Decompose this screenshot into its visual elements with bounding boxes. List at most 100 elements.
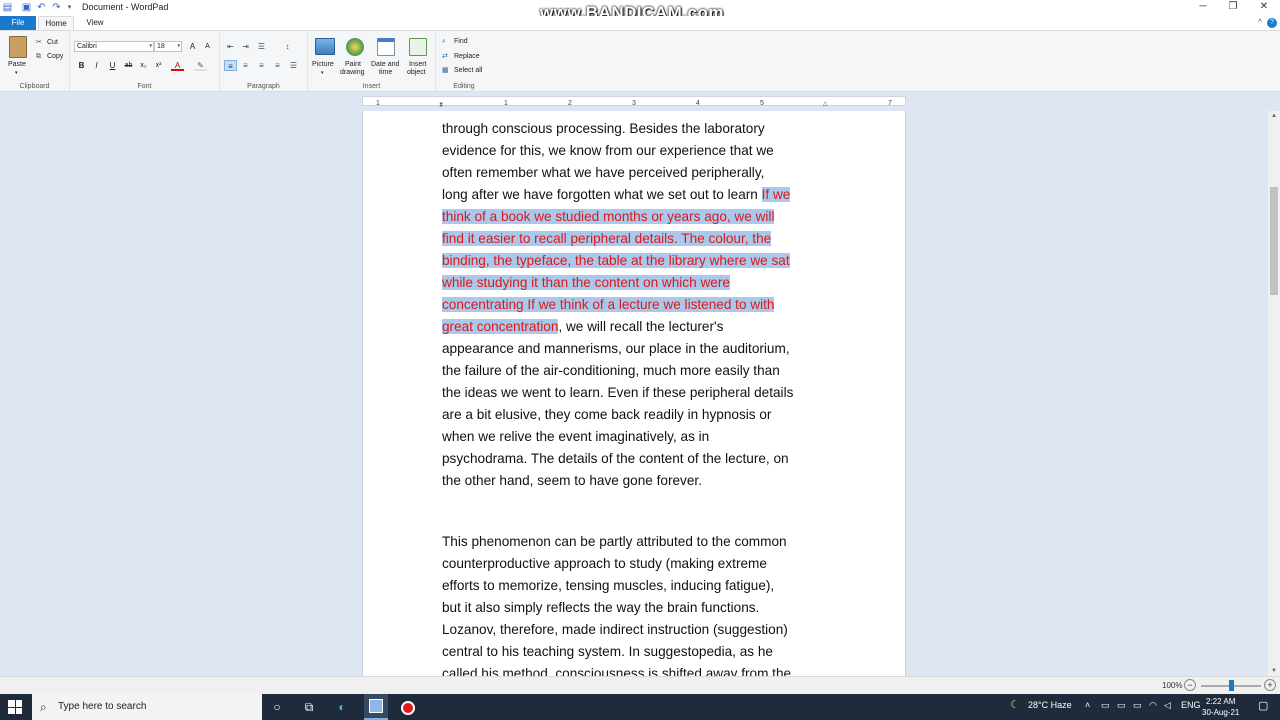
- wordpad-taskbar-button[interactable]: [364, 694, 388, 720]
- windows-start-icon[interactable]: [8, 700, 22, 714]
- maximize-button[interactable]: ❐: [1218, 1, 1248, 12]
- text-line[interactable]: efforts to memorize, tensing muscles, in…: [442, 575, 838, 597]
- tab-home[interactable]: Home: [38, 16, 74, 30]
- ruler[interactable]: 1 1 2 3 4 5 7 ⧗ △: [362, 96, 906, 109]
- network-icon[interactable]: ▭: [1101, 700, 1110, 711]
- bandicam-icon[interactable]: [399, 698, 417, 716]
- text-line[interactable]: central to his teaching system. In sugge…: [442, 641, 838, 663]
- picture-button[interactable]: Picture: [312, 60, 334, 69]
- text-line[interactable]: the ideas we went to learn. Even if thes…: [442, 382, 838, 404]
- edge-icon[interactable]: ◐: [333, 698, 351, 716]
- text-line[interactable]: binding, the typeface, the table at the …: [442, 250, 838, 272]
- help-icon[interactable]: ?: [1267, 18, 1277, 28]
- text-line[interactable]: when we relive the event imaginatively, …: [442, 426, 838, 448]
- ribbon-collapse-icon[interactable]: ˄: [1258, 18, 1262, 25]
- picture-icon[interactable]: [315, 38, 335, 55]
- text-line[interactable]: the failure of the air-conditioning, muc…: [442, 360, 838, 382]
- paste-button[interactable]: Paste: [8, 60, 26, 69]
- redo-icon[interactable]: ↷: [51, 2, 62, 13]
- picture-dropdown-icon[interactable]: ▾: [321, 69, 324, 78]
- tab-file[interactable]: File: [0, 16, 36, 30]
- close-button[interactable]: ✕: [1249, 1, 1279, 12]
- paste-dropdown-icon[interactable]: ▾: [15, 69, 18, 78]
- text-line[interactable]: great concentration, we will recall the …: [442, 316, 838, 338]
- highlight-icon[interactable]: ✎: [194, 60, 207, 71]
- text-line[interactable]: the other hand, seem to have gone foreve…: [442, 470, 838, 492]
- font-size-select[interactable]: 18 ▾: [154, 41, 182, 52]
- superscript-icon[interactable]: x²: [152, 60, 165, 71]
- select-all-button[interactable]: Select all: [454, 66, 482, 75]
- paragraph-1[interactable]: through conscious processing. Besides th…: [442, 118, 838, 492]
- taskbar-search[interactable]: ⌕ Type here to search: [32, 694, 262, 720]
- text-line[interactable]: counterproductive approach to study (mak…: [442, 553, 838, 575]
- quick-access-dropdown-icon[interactable]: ▾: [64, 2, 75, 13]
- tray-chevron-icon[interactable]: ˄: [1085, 700, 1090, 710]
- document-page[interactable]: through conscious processing. Besides th…: [362, 111, 906, 676]
- tab-view[interactable]: View: [80, 16, 110, 30]
- paragraph-2[interactable]: This phenomenon can be partly attributed…: [442, 531, 838, 676]
- scroll-up-icon[interactable]: ▲: [1268, 111, 1280, 121]
- align-center-icon[interactable]: ≡: [239, 60, 252, 71]
- zoom-in-button[interactable]: +: [1264, 679, 1276, 691]
- bold-icon[interactable]: B: [75, 60, 88, 71]
- paragraph-dialog-icon[interactable]: ☰: [287, 60, 300, 71]
- text-line[interactable]: while studying it than the content on wh…: [442, 272, 838, 294]
- text-line[interactable]: psychodrama. The details of the content …: [442, 448, 838, 470]
- text-line[interactable]: appearance and mannerisms, our place in …: [442, 338, 838, 360]
- paste-icon[interactable]: [9, 36, 27, 58]
- right-indent-marker-icon[interactable]: △: [823, 100, 828, 107]
- task-view-icon[interactable]: ⧉: [300, 698, 318, 716]
- text-line[interactable]: concentrating If we think of a lecture w…: [442, 294, 838, 316]
- decrease-indent-icon[interactable]: ⇤: [224, 41, 237, 52]
- text-line[interactable]: find it easier to recall peripheral deta…: [442, 228, 838, 250]
- text-line[interactable]: long after we have forgotten what we set…: [442, 184, 838, 206]
- text-line[interactable]: often remember what we have perceived pe…: [442, 162, 838, 184]
- text-line[interactable]: through conscious processing. Besides th…: [442, 118, 838, 140]
- bullet-list-icon[interactable]: ☰: [255, 41, 268, 52]
- zoom-out-button[interactable]: −: [1184, 679, 1196, 691]
- justify-icon[interactable]: ≡: [271, 60, 284, 71]
- line-spacing-icon[interactable]: ↕: [281, 41, 294, 52]
- italic-icon[interactable]: I: [90, 60, 103, 71]
- text-color-icon[interactable]: A: [171, 60, 184, 71]
- grow-font-icon[interactable]: A: [186, 41, 199, 52]
- insert-object-icon[interactable]: [409, 38, 427, 56]
- save-icon[interactable]: ▣: [21, 2, 32, 13]
- scroll-down-icon[interactable]: ▼: [1268, 666, 1280, 676]
- text-line[interactable]: are a bit elusive, they come back readil…: [442, 404, 838, 426]
- shrink-font-icon[interactable]: A: [201, 41, 214, 52]
- strikethrough-icon[interactable]: ab: [122, 60, 135, 71]
- battery-icon[interactable]: ▭: [1133, 700, 1142, 711]
- text-line[interactable]: think of a book we studied months or yea…: [442, 206, 838, 228]
- paint-drawing-icon[interactable]: [346, 38, 364, 56]
- minimize-button[interactable]: ─: [1188, 1, 1218, 12]
- cortana-icon[interactable]: ○: [268, 698, 286, 716]
- language-indicator[interactable]: ENG: [1181, 700, 1201, 710]
- date-time-label-2[interactable]: time: [379, 68, 392, 77]
- system-clock[interactable]: 2:22 AM 30-Aug-21: [1202, 696, 1239, 718]
- subscript-icon[interactable]: x₂: [137, 60, 150, 71]
- text-line[interactable]: called his method, consciousness is shif…: [442, 663, 838, 676]
- insert-object-label-2[interactable]: object: [407, 68, 426, 77]
- text-line[interactable]: This phenomenon can be partly attributed…: [442, 531, 838, 553]
- text-line[interactable]: Lozanov, therefore, made indirect instru…: [442, 619, 838, 641]
- cut-button[interactable]: Cut: [47, 38, 58, 47]
- zoom-slider-thumb[interactable]: [1229, 680, 1234, 691]
- date-time-icon[interactable]: [377, 38, 395, 56]
- scrollbar-thumb[interactable]: [1270, 187, 1278, 295]
- notifications-icon[interactable]: ▢: [1258, 699, 1268, 712]
- left-indent-marker-icon[interactable]: ⧗: [439, 102, 443, 109]
- text-line[interactable]: evidence for this, we know from our expe…: [442, 140, 838, 162]
- volume-icon[interactable]: ◁: [1164, 700, 1171, 711]
- video-icon[interactable]: ▭: [1117, 700, 1126, 711]
- find-button[interactable]: Find: [454, 37, 468, 46]
- underline-icon[interactable]: U: [106, 60, 119, 71]
- text-line[interactable]: but it also simply reflects the way the …: [442, 597, 838, 619]
- replace-button[interactable]: Replace: [454, 52, 480, 61]
- increase-indent-icon[interactable]: ⇥: [239, 41, 252, 52]
- copy-button[interactable]: Copy: [47, 52, 63, 61]
- font-family-select[interactable]: Calibri ▾: [74, 41, 154, 52]
- undo-icon[interactable]: ↶: [36, 2, 47, 13]
- align-left-icon[interactable]: ≡: [224, 60, 237, 71]
- align-right-icon[interactable]: ≡: [255, 60, 268, 71]
